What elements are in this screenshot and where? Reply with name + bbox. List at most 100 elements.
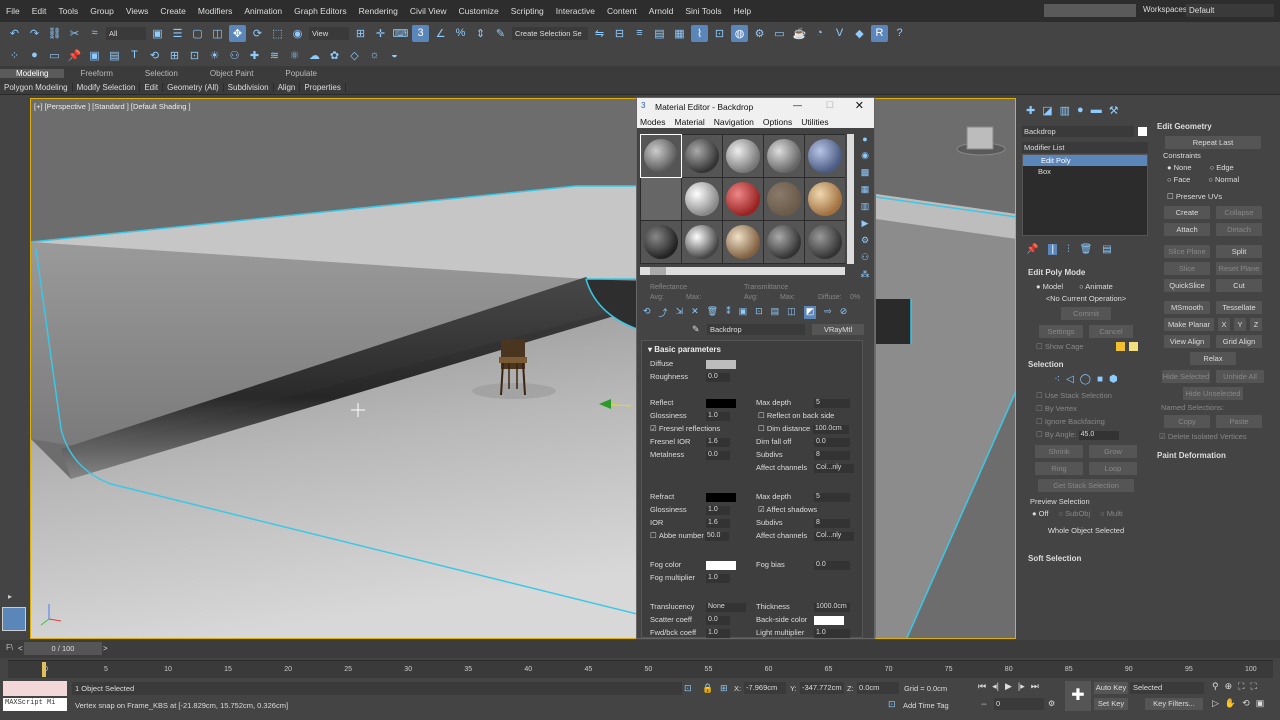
pick-material-icon[interactable]: ⊘ xyxy=(840,306,848,319)
help-icon[interactable]: ? xyxy=(891,25,908,42)
planar-x-button[interactable]: X xyxy=(1218,318,1230,331)
select-scale-icon[interactable]: ⬚ xyxy=(269,25,286,42)
add-time-tag[interactable]: Add Time Tag xyxy=(903,701,949,710)
slots-vertical-scrollbar[interactable] xyxy=(847,134,854,264)
select-rotate-icon[interactable]: ⟳ xyxy=(249,25,266,42)
collapse-button[interactable]: Collapse xyxy=(1216,206,1262,219)
key-mode-icon[interactable]: ⇔ xyxy=(980,699,988,708)
delete-material-icon[interactable]: 🗑 xyxy=(707,306,718,319)
hide-unselected-button[interactable]: Hide Unselected xyxy=(1183,387,1243,400)
menu-create[interactable]: Create xyxy=(154,6,192,16)
ribbon-panel-subdivision[interactable]: Subdivision xyxy=(224,83,274,92)
polygon-mode-icon[interactable]: ■ xyxy=(1097,374,1103,385)
sample-slot[interactable] xyxy=(641,221,681,263)
play-icon[interactable]: ▶ xyxy=(1005,681,1012,692)
sample-slot[interactable] xyxy=(640,134,682,178)
isolate-icon[interactable]: ⊡ xyxy=(684,683,692,694)
basic-parameters-title[interactable]: ▾ Basic parameters xyxy=(648,345,721,354)
current-frame-field[interactable]: 0 xyxy=(994,698,1044,710)
max-depth-field[interactable]: 5 xyxy=(814,398,850,408)
get-material-icon[interactable]: ⟲ xyxy=(643,306,651,319)
reflect-back-checkbox[interactable]: ☐ Reflect on back side xyxy=(758,411,834,420)
sample-type-icon[interactable]: ● xyxy=(862,134,867,144)
vertex-mode-icon[interactable]: ⁖ xyxy=(1054,374,1060,385)
time-config-icon[interactable]: ⚙ xyxy=(1048,699,1055,708)
zoom-all-icon[interactable]: ⊕ xyxy=(1225,681,1233,692)
fur-icon[interactable]: ✿ xyxy=(326,47,343,64)
preview-multi-radio[interactable]: ○ Multi xyxy=(1100,509,1122,518)
bind-space-warp-icon[interactable]: ≈ xyxy=(86,25,103,42)
edit-geometry-title[interactable]: Edit Geometry xyxy=(1153,122,1273,131)
menu-rendering[interactable]: Rendering xyxy=(353,6,404,16)
undo-icon[interactable]: ↶ xyxy=(6,25,23,42)
by-vertex-checkbox[interactable]: ☐ By Vertex xyxy=(1022,404,1150,413)
thickness-field[interactable]: 1000.0cm xyxy=(814,602,850,612)
menu-interactive[interactable]: Interactive xyxy=(550,6,601,16)
material-type-button[interactable]: VRayMtl xyxy=(812,324,864,335)
link-icon[interactable]: ⛓ xyxy=(46,25,63,42)
create-button[interactable]: Create xyxy=(1164,206,1210,219)
grid-align-button[interactable]: Grid Align xyxy=(1216,335,1262,348)
utilities-tab-icon[interactable]: ⚒ xyxy=(1109,104,1119,117)
dim-falloff-field[interactable]: 0.0 xyxy=(814,437,850,447)
fresnel-ior-field[interactable]: 1.6 xyxy=(706,437,730,447)
attach-button[interactable]: Attach xyxy=(1164,223,1210,236)
fwd-field[interactable]: 1.0 xyxy=(706,628,730,638)
light-icon[interactable]: ☀ xyxy=(206,47,223,64)
split-button[interactable]: Split xyxy=(1216,245,1262,258)
spinner-snap-icon[interactable]: ⇕ xyxy=(472,25,489,42)
dim-distance-field[interactable]: 100.0cm xyxy=(812,424,849,434)
workspaces-dropdown[interactable]: Default xyxy=(1186,4,1274,17)
select-move-icon[interactable]: ✥ xyxy=(229,24,246,42)
refract-glossiness-field[interactable]: 1.0 xyxy=(706,505,730,515)
ribbon-icon[interactable]: ▦ xyxy=(671,25,688,42)
mirror-icon[interactable]: ⇋ xyxy=(591,25,608,42)
paste-button[interactable]: Paste xyxy=(1216,415,1262,428)
cage-color-swatch[interactable] xyxy=(1115,342,1125,351)
paint-deformation-title[interactable]: Paint Deformation xyxy=(1153,451,1273,460)
slots-horizontal-scrollbar[interactable] xyxy=(640,267,845,275)
sample-slot[interactable] xyxy=(805,178,845,220)
menu-help[interactable]: Help xyxy=(728,6,757,16)
sample-slot[interactable] xyxy=(682,221,722,263)
minimize-icon[interactable]: — xyxy=(793,100,802,110)
go-to-start-icon[interactable]: ⏮ xyxy=(978,681,986,692)
show-end-result-icon[interactable]: | xyxy=(1048,244,1058,255)
sample-slot[interactable] xyxy=(723,178,763,220)
preserve-uvs-checkbox[interactable]: ☐ Preserve UVs xyxy=(1153,192,1273,201)
msmooth-button[interactable]: MSmooth xyxy=(1164,301,1210,314)
systems-icon[interactable]: ⚛ xyxy=(286,47,303,64)
light-mult-field[interactable]: 1.0 xyxy=(814,628,850,638)
menu-content[interactable]: Content xyxy=(601,6,643,16)
preview-subobj-radio[interactable]: ○ SubObj xyxy=(1059,509,1091,518)
refract-subdivs-field[interactable]: 8 xyxy=(814,518,850,528)
menu-animation[interactable]: Animation xyxy=(238,6,288,16)
object-name-field[interactable]: Backdrop xyxy=(1022,126,1134,137)
affect-shadows-checkbox[interactable]: ☑ Affect shadows xyxy=(758,505,817,514)
menu-civil-view[interactable]: Civil View xyxy=(404,6,453,16)
by-angle-checkbox[interactable]: ☐ By Angle: 45.0 xyxy=(1022,430,1150,440)
box-icon[interactable]: ▤ xyxy=(106,47,123,64)
relax-button[interactable]: Relax xyxy=(1190,352,1236,365)
ribbon-panel-properties[interactable]: Properties xyxy=(300,83,346,92)
scatter-field[interactable]: 0.0 xyxy=(706,615,730,625)
ribbon-panel-edit[interactable]: Edit xyxy=(140,83,164,92)
ring-button[interactable]: Ring xyxy=(1035,461,1083,475)
fog-color-swatch[interactable] xyxy=(706,560,736,570)
sample-slot[interactable] xyxy=(641,178,681,220)
mini-curve-icon[interactable]: F\ xyxy=(6,643,13,652)
sun-icon[interactable]: ☼ xyxy=(366,47,383,64)
maximize-icon[interactable]: ☐ xyxy=(826,100,834,111)
menu-sini-tools[interactable]: Sini Tools xyxy=(679,6,727,16)
preview-off-radio[interactable]: ● Off xyxy=(1032,509,1049,518)
time-tag-icon[interactable]: ⊡ xyxy=(888,699,896,710)
subdivs-field[interactable]: 8 xyxy=(814,450,850,460)
percent-snap-icon[interactable]: % xyxy=(452,25,469,42)
set-key-icon[interactable]: ✚ xyxy=(1065,681,1091,711)
sample-slot[interactable] xyxy=(764,221,804,263)
hide-selected-button[interactable]: Hide Selected xyxy=(1162,370,1210,383)
scene-explorer-icon[interactable]: ▤ xyxy=(651,25,668,42)
modify-tab-icon[interactable]: ◪ xyxy=(1042,104,1052,117)
hierarchy-tab-icon[interactable]: ▥ xyxy=(1060,104,1070,117)
ior-field[interactable]: 1.6 xyxy=(706,518,730,528)
